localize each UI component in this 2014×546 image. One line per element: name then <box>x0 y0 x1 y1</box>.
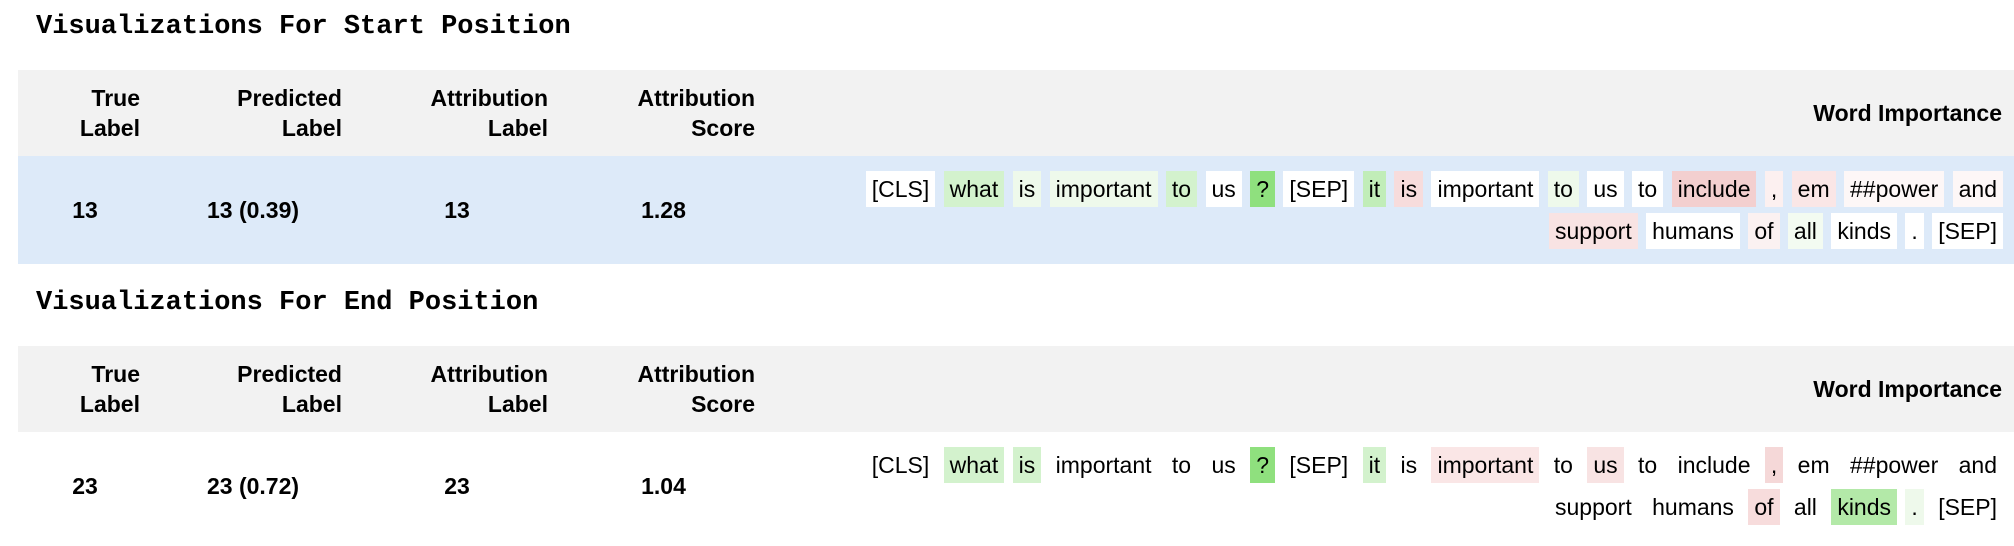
token: us <box>1205 447 1242 483</box>
token: us <box>1587 447 1624 483</box>
token: important <box>1431 447 1540 483</box>
attribution-score-value: 1.28 <box>560 156 767 264</box>
token: important <box>1431 171 1540 207</box>
true-label-value: 13 <box>18 156 152 264</box>
token: ? <box>1250 171 1275 207</box>
token: to <box>1632 171 1664 207</box>
token: of <box>1748 213 1780 249</box>
token: of <box>1748 489 1780 525</box>
token: all <box>1787 213 1823 249</box>
token: is <box>1012 447 1042 483</box>
token: humans <box>1646 213 1740 249</box>
token: to <box>1165 171 1198 207</box>
token: it <box>1362 447 1387 483</box>
token: and <box>1952 171 2003 207</box>
token: [SEP] <box>1932 213 2003 249</box>
header-attribution-score: Attribution Score <box>560 70 767 156</box>
token: kinds <box>1831 489 1898 525</box>
header-attribution-label: Attribution Label <box>354 70 560 156</box>
token: [SEP] <box>1283 447 1355 483</box>
token: is <box>1012 171 1042 207</box>
true-label-value: 23 <box>18 432 152 540</box>
token: to <box>1547 171 1579 207</box>
token: important <box>1049 171 1158 207</box>
token: [CLS] <box>865 171 936 207</box>
token: to <box>1632 447 1664 483</box>
token: [SEP] <box>1932 489 2003 525</box>
token: em <box>1791 171 1836 207</box>
token: is <box>1394 447 1424 483</box>
token: ##power <box>1844 447 1945 483</box>
end-position-title: Visualizations For End Position <box>36 288 539 318</box>
token: to <box>1547 447 1579 483</box>
token: what <box>943 171 1005 207</box>
token: to <box>1165 447 1198 483</box>
token: ? <box>1250 447 1275 483</box>
token: support <box>1549 489 1638 525</box>
header-true-label: True Label <box>18 70 152 156</box>
token: include <box>1671 447 1757 483</box>
token: us <box>1587 171 1624 207</box>
token-list: [CLS] what is important to us ? [SEP] it… <box>784 444 2004 528</box>
token: include <box>1671 171 1757 207</box>
header-predicted-label: Predicted Label <box>152 70 354 156</box>
token: , <box>1764 447 1784 483</box>
token: [SEP] <box>1283 171 1355 207</box>
token: kinds <box>1831 213 1898 249</box>
predicted-label-value: 13 (0.39) <box>152 156 354 264</box>
token: humans <box>1646 489 1740 525</box>
token: . <box>1905 213 1924 249</box>
table-row: 23 23 (0.72) 23 1.04 [CLS] what is impor… <box>18 432 2014 540</box>
word-importance-cell: [CLS] what is important to us ? [SEP] it… <box>767 432 2014 540</box>
header-attribution-label: Attribution Label <box>354 346 560 432</box>
end-position-table: True Label Predicted Label Attribution Labe… <box>18 346 2014 540</box>
attribution-label-value: 23 <box>354 432 560 540</box>
token-list: [CLS] what is important to us ? [SEP] it… <box>784 168 2004 252</box>
token: all <box>1787 489 1823 525</box>
header-word-importance: Word Importance <box>767 70 2014 156</box>
header-true-label: True Label <box>18 346 152 432</box>
token: us <box>1205 171 1242 207</box>
word-importance-cell: [CLS] what is important to us ? [SEP] it… <box>767 156 2014 264</box>
header-word-importance: Word Importance <box>767 346 2014 432</box>
predicted-label-value: 23 (0.72) <box>152 432 354 540</box>
table-row: 13 13 (0.39) 13 1.28 [CLS] what is impor… <box>18 156 2014 264</box>
token: [CLS] <box>865 447 936 483</box>
attribution-label-value: 13 <box>354 156 560 264</box>
token: important <box>1049 447 1158 483</box>
token: support <box>1549 213 1638 249</box>
token: it <box>1362 171 1387 207</box>
token: , <box>1764 171 1784 207</box>
start-position-title: Visualizations For Start Position <box>36 12 571 42</box>
token: ##power <box>1844 171 1945 207</box>
token: and <box>1952 447 2003 483</box>
header-row: True Label Predicted Label Attribution Labe… <box>18 70 2014 156</box>
token: is <box>1394 171 1424 207</box>
start-position-table: True Label Predicted Label Attribution Labe… <box>18 70 2014 264</box>
token: em <box>1791 447 1836 483</box>
token: what <box>943 447 1005 483</box>
header-row: True Label Predicted Label Attribution Labe… <box>18 346 2014 432</box>
attribution-score-value: 1.04 <box>560 432 767 540</box>
header-predicted-label: Predicted Label <box>152 346 354 432</box>
token: . <box>1905 489 1924 525</box>
header-attribution-score: Attribution Score <box>560 346 767 432</box>
